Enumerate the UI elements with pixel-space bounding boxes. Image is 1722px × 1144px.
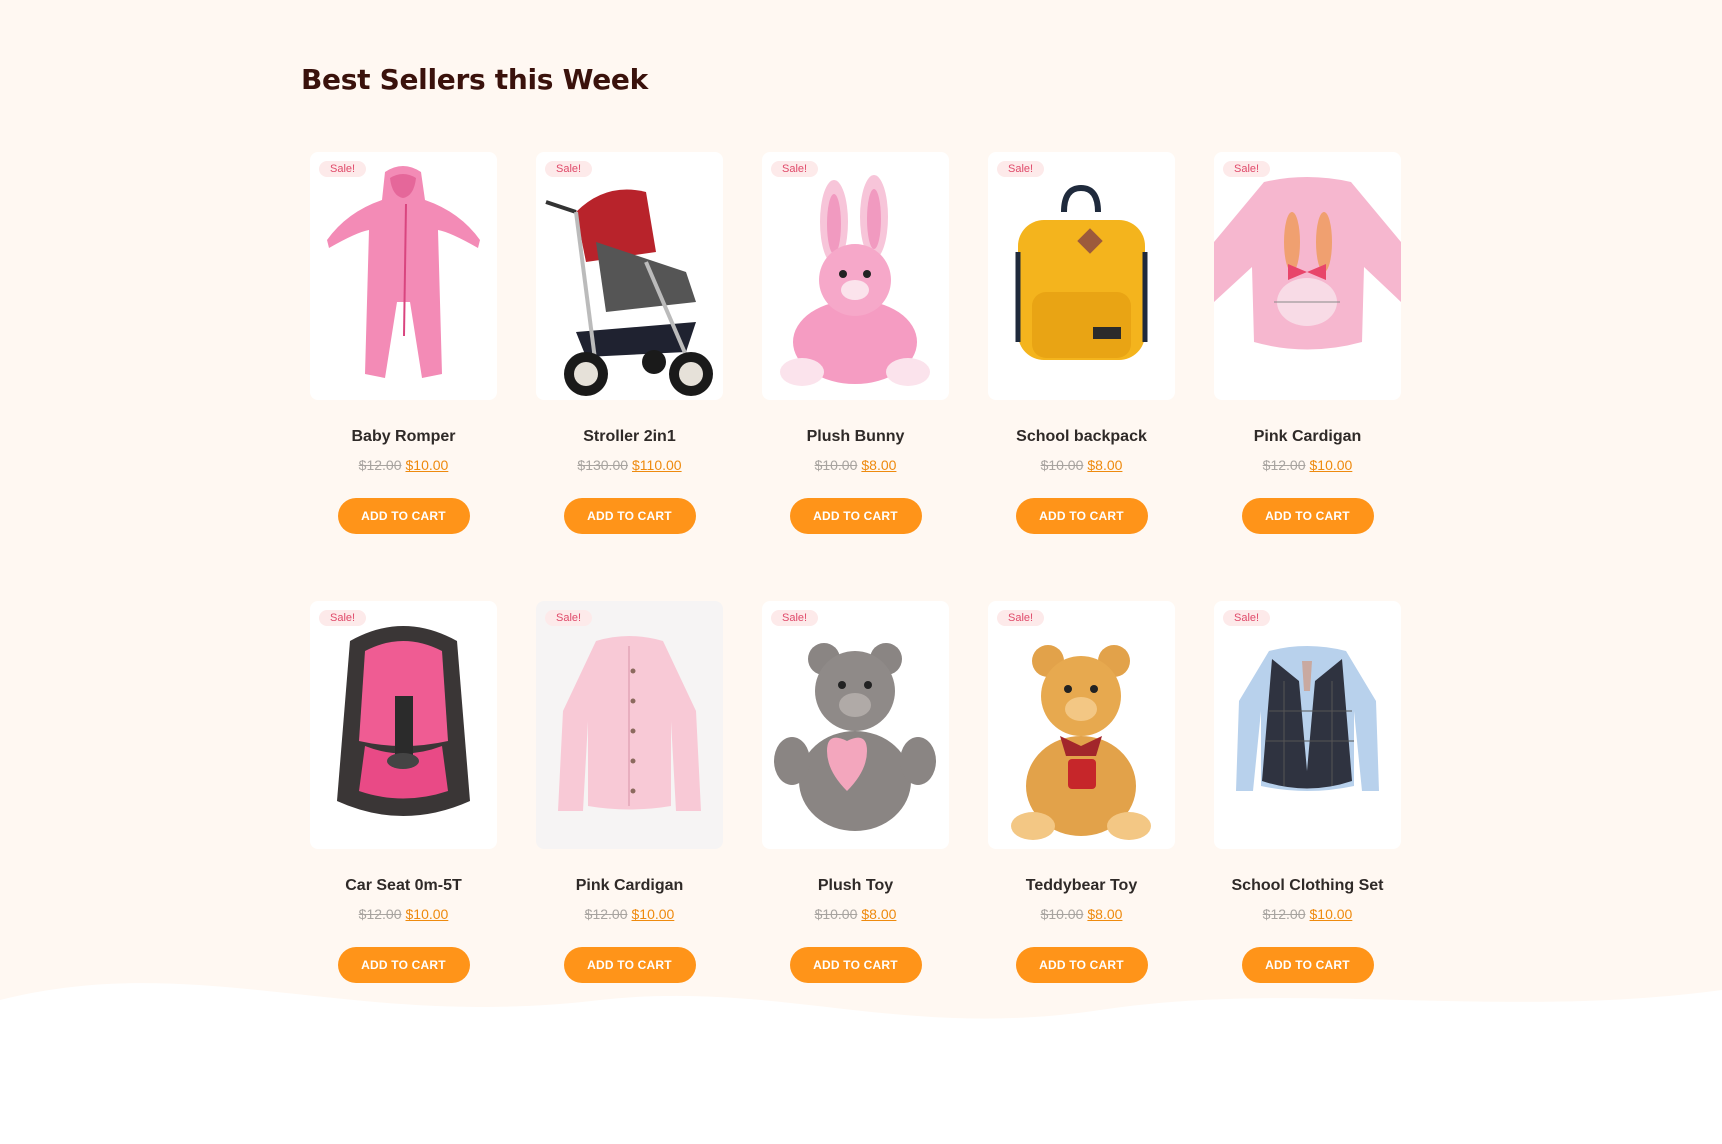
add-to-cart-button[interactable]: ADD TO CART xyxy=(337,498,470,534)
product-card: Sale! Stroller 2in1 $130.00 $110.00 ADD T… xyxy=(536,152,723,601)
sale-price: $10.00 xyxy=(631,906,675,922)
old-price: $12.00 xyxy=(1262,906,1306,922)
product-name[interactable]: Plush Bunny xyxy=(762,426,949,448)
add-to-cart-button[interactable]: ADD TO CART xyxy=(1241,947,1374,983)
old-price: $10.00 xyxy=(814,906,858,922)
add-to-cart-button[interactable]: ADD TO CART xyxy=(789,498,922,534)
product-name[interactable]: Baby Romper xyxy=(310,426,497,448)
sale-badge: Sale! xyxy=(545,610,593,626)
cardigan-icon xyxy=(558,636,701,811)
old-price: $10.00 xyxy=(814,457,858,473)
product-image[interactable]: Sale! xyxy=(1214,601,1401,849)
product-grid: Sale! Baby Romper $12.00 $10.00 ADD TO CA… xyxy=(310,152,1401,1050)
product-name[interactable]: Pink Cardigan xyxy=(1214,426,1401,448)
product-price: $12.00 $10.00 xyxy=(536,905,723,923)
sale-badge: Sale! xyxy=(997,610,1045,626)
add-to-cart-button[interactable]: ADD TO CART xyxy=(563,947,696,983)
sale-price: $10.00 xyxy=(1309,906,1353,922)
backpack-icon xyxy=(1015,184,1148,360)
old-price: $130.00 xyxy=(577,457,629,473)
product-card: Sale! School Clothing Set $12.00 $10.00 A… xyxy=(1214,601,1401,1050)
sale-price: $8.00 xyxy=(1087,906,1123,922)
product-card: Sale! Plush Toy $10.00 $8.00 ADD TO CART xyxy=(762,601,949,1050)
sale-price: $10.00 xyxy=(1309,457,1353,473)
product-name[interactable]: Stroller 2in1 xyxy=(536,426,723,448)
sale-price: $10.00 xyxy=(405,457,449,473)
sale-price: $8.00 xyxy=(861,906,897,922)
product-image[interactable]: Sale! xyxy=(310,601,497,849)
old-price: $12.00 xyxy=(584,906,628,922)
product-image[interactable]: Sale! xyxy=(988,601,1175,849)
sale-badge: Sale! xyxy=(319,610,367,626)
add-to-cart-button[interactable]: ADD TO CART xyxy=(1015,947,1148,983)
sale-price: $110.00 xyxy=(632,457,682,473)
product-name[interactable]: School backpack xyxy=(988,426,1175,448)
teddy-heart-icon xyxy=(774,643,936,831)
product-name[interactable]: Pink Cardigan xyxy=(536,875,723,897)
product-card: Sale! Teddybear Toy $10.00 $8.00 ADD TO C… xyxy=(988,601,1175,1050)
best-sellers-section: Best Sellers this Week Sale! Baby Romper… xyxy=(301,60,1421,983)
product-card: Sale! Pink Cardigan $12.00 $10.00 ADD TO … xyxy=(1214,152,1401,601)
bunny-icon xyxy=(780,175,930,386)
add-to-cart-button[interactable]: ADD TO CART xyxy=(337,947,470,983)
product-price: $10.00 $8.00 xyxy=(988,456,1175,474)
product-image[interactable]: Sale! xyxy=(762,152,949,400)
product-price: $10.00 $8.00 xyxy=(988,905,1175,923)
sale-badge: Sale! xyxy=(319,161,367,177)
product-card: Sale! School backpack $10.00 $8.00 ADD TO… xyxy=(988,152,1175,601)
product-price: $10.00 $8.00 xyxy=(762,456,949,474)
add-to-cart-button[interactable]: ADD TO CART xyxy=(563,498,696,534)
clothing-set-icon xyxy=(1236,646,1379,791)
sale-badge: Sale! xyxy=(1223,161,1271,177)
product-name[interactable]: Plush Toy xyxy=(762,875,949,897)
product-name[interactable]: Teddybear Toy xyxy=(988,875,1175,897)
sale-badge: Sale! xyxy=(771,610,819,626)
product-image[interactable]: Sale! xyxy=(762,601,949,849)
product-card: Sale! Plush Bunny $10.00 $8.00 ADD TO CA… xyxy=(762,152,949,601)
add-to-cart-button[interactable]: ADD TO CART xyxy=(1015,498,1148,534)
product-image[interactable]: Sale! xyxy=(988,152,1175,400)
product-image[interactable]: Sale! xyxy=(310,152,497,400)
old-price: $12.00 xyxy=(358,906,402,922)
product-name[interactable]: Car Seat 0m-5T xyxy=(310,875,497,897)
product-price: $130.00 $110.00 xyxy=(536,456,723,474)
section-title: Best Sellers this Week xyxy=(301,63,648,96)
sweater-icon xyxy=(1214,177,1401,350)
sale-price: $10.00 xyxy=(405,906,449,922)
sale-badge: Sale! xyxy=(545,161,593,177)
product-image[interactable]: Sale! xyxy=(536,601,723,849)
sale-price: $8.00 xyxy=(861,457,897,473)
sale-price: $8.00 xyxy=(1087,457,1123,473)
old-price: $12.00 xyxy=(1262,457,1306,473)
teddybear-icon xyxy=(1011,645,1151,840)
old-price: $12.00 xyxy=(358,457,402,473)
sale-badge: Sale! xyxy=(771,161,819,177)
sale-badge: Sale! xyxy=(997,161,1045,177)
add-to-cart-button[interactable]: ADD TO CART xyxy=(1241,498,1374,534)
stroller-icon xyxy=(545,189,713,396)
product-price: $12.00 $10.00 xyxy=(310,905,497,923)
product-card: Sale! Pink Cardigan $12.00 $10.00 ADD TO … xyxy=(536,601,723,1050)
product-image[interactable]: Sale! xyxy=(1214,152,1401,400)
old-price: $10.00 xyxy=(1040,906,1084,922)
product-name[interactable]: School Clothing Set xyxy=(1214,875,1401,897)
product-price: $10.00 $8.00 xyxy=(762,905,949,923)
sale-badge: Sale! xyxy=(1223,610,1271,626)
product-price: $12.00 $10.00 xyxy=(1214,456,1401,474)
old-price: $10.00 xyxy=(1040,457,1084,473)
add-to-cart-button[interactable]: ADD TO CART xyxy=(789,947,922,983)
product-card: Sale! Car Seat 0m-5T $12.00 $10.00 ADD TO… xyxy=(310,601,497,1050)
romper-icon xyxy=(327,166,480,378)
product-card: Sale! Baby Romper $12.00 $10.00 ADD TO CA… xyxy=(310,152,497,601)
product-price: $12.00 $10.00 xyxy=(1214,905,1401,923)
product-price: $12.00 $10.00 xyxy=(310,456,497,474)
car-seat-icon xyxy=(337,626,470,816)
product-image[interactable]: Sale! xyxy=(536,152,723,400)
